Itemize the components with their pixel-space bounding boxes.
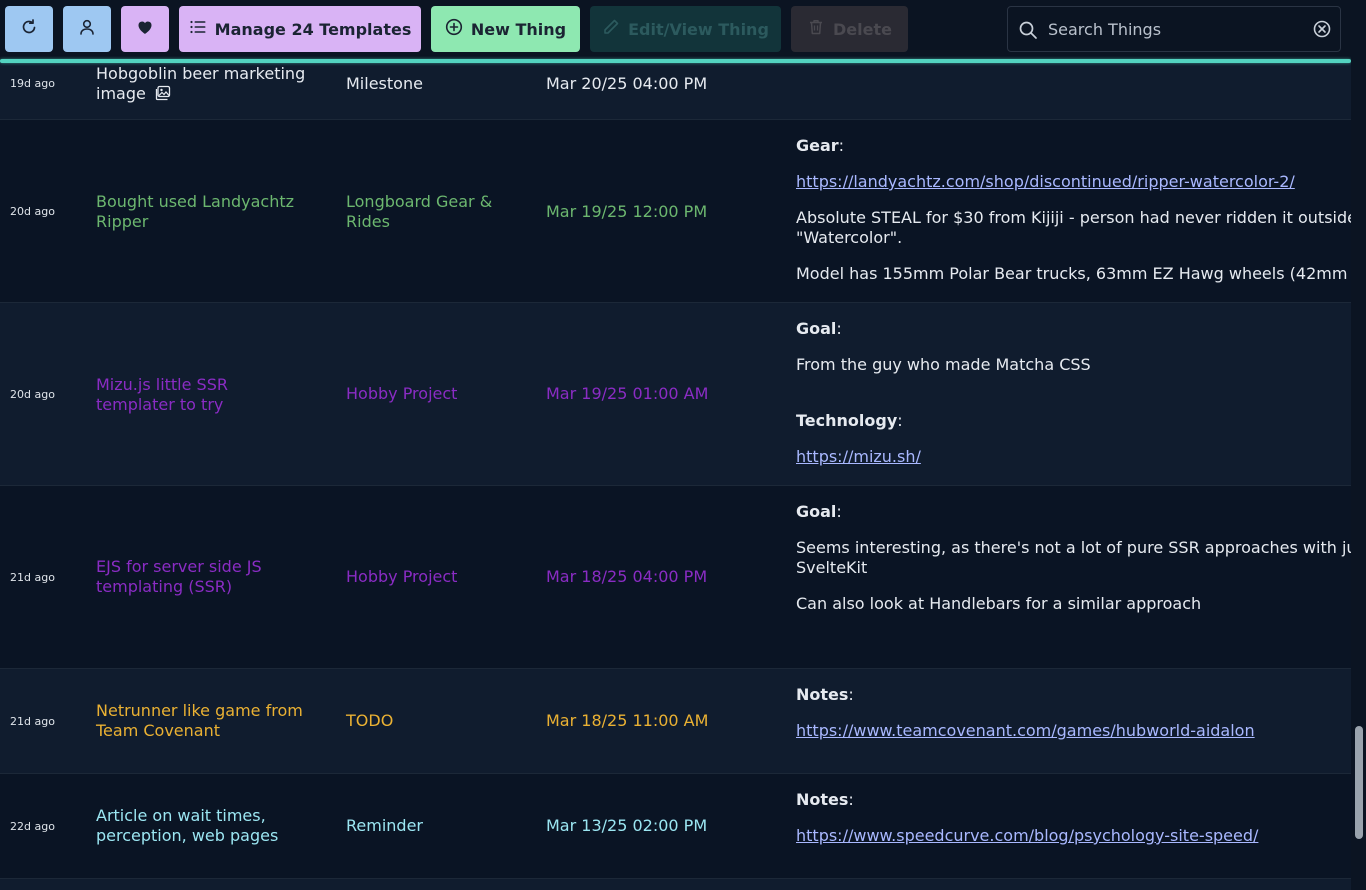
details-label: Goal: <box>796 502 842 521</box>
edit-view-thing-label: Edit/View Thing <box>628 19 769 39</box>
toolbar: Manage 24 Templates New Thing Edit/View … <box>0 0 1366 60</box>
row-age: 21d ago <box>10 571 55 584</box>
row-title[interactable]: Bought used Landyachtz Ripper <box>96 192 311 232</box>
pencil-icon <box>602 18 620 40</box>
table-row[interactable]: 20d ago Mizu.js little SSR templater to … <box>0 303 1351 486</box>
row-date: Mar 18/25 11:00 AM <box>546 711 709 730</box>
heart-icon <box>136 18 154 40</box>
row-date: Mar 19/25 12:00 PM <box>546 202 708 221</box>
row-age: 20d ago <box>10 388 55 401</box>
details-link[interactable]: https://landyachtz.com/shop/discontinued… <box>796 172 1351 192</box>
manage-templates-label: Manage 24 Templates <box>214 19 412 39</box>
trash-icon <box>807 18 825 40</box>
refresh-icon <box>20 18 38 40</box>
details-label: Notes: <box>796 685 854 704</box>
row-age: 19d ago <box>10 77 55 90</box>
new-thing-label: New Thing <box>470 19 567 39</box>
details-label: Gear: <box>796 136 845 155</box>
details-text: Absolute STEAL for $30 from Kijiji - per… <box>796 208 1351 227</box>
row-details: Notes: https://www.teamcovenant.com/game… <box>796 685 1351 741</box>
edit-view-thing-button[interactable]: Edit/View Thing <box>590 6 781 52</box>
scrollbar-thumb[interactable] <box>1355 726 1363 839</box>
search-input[interactable] <box>1048 17 1308 41</box>
favorites-button[interactable] <box>121 6 169 52</box>
row-date: Mar 19/25 01:00 AM <box>546 384 709 403</box>
row-title[interactable]: Article on wait times, perception, web p… <box>96 806 311 846</box>
delete-label: Delete <box>833 19 892 39</box>
things-list: 19d ago Hobgoblin beer marketing image M… <box>0 0 1351 890</box>
user-icon <box>78 18 96 40</box>
table-row[interactable]: 20d ago Bought used Landyachtz Ripper Lo… <box>0 120 1351 303</box>
row-date: Mar 13/25 02:00 PM <box>546 816 708 835</box>
details-text: From the guy who made Matcha CSS <box>796 355 1091 374</box>
details-text: Can also look at Handlebars for a simila… <box>796 594 1202 613</box>
table-row[interactable]: 21d ago EJS for server side JS templatin… <box>0 486 1351 669</box>
details-label: Goal: <box>796 319 842 338</box>
scrollbar[interactable] <box>1351 0 1366 890</box>
row-title[interactable]: Mizu.js little SSR templater to try <box>96 375 311 415</box>
details-label: Technology: <box>796 411 903 430</box>
row-details: Gear: https://landyachtz.com/shop/discon… <box>796 136 1351 284</box>
row-title[interactable]: Netrunner like game from Team Covenant <box>96 701 311 741</box>
toolbar-divider <box>0 59 1351 63</box>
row-details: Notes: https://www.speedcurve.com/blog/p… <box>796 790 1351 846</box>
table-row[interactable] <box>0 879 1351 890</box>
row-title[interactable]: Hobgoblin beer marketing image <box>96 64 311 106</box>
row-details: Goal: From the guy who made Matcha CSS T… <box>796 319 1351 467</box>
row-age: 22d ago <box>10 820 55 833</box>
details-text: SvelteKit <box>796 558 868 577</box>
clear-search-icon[interactable] <box>1312 19 1332 43</box>
manage-templates-button[interactable]: Manage 24 Templates <box>179 6 421 52</box>
details-text: Model has 155mm Polar Bear trucks, 63mm … <box>796 264 1351 283</box>
list-icon <box>189 18 207 40</box>
search-icon <box>1018 20 1038 44</box>
row-category: Milestone <box>346 74 423 93</box>
row-date: Mar 20/25 04:00 PM <box>546 74 708 93</box>
row-category: Longboard Gear & Rides <box>346 192 493 231</box>
details-label: Notes: <box>796 790 854 809</box>
table-row[interactable]: 22d ago Article on wait times, perceptio… <box>0 774 1351 879</box>
details-link[interactable]: https://www.speedcurve.com/blog/psycholo… <box>796 826 1351 846</box>
row-age: 20d ago <box>10 205 55 218</box>
row-category: Reminder <box>346 816 423 835</box>
details-link[interactable]: https://mizu.sh/ <box>796 447 1351 467</box>
row-title[interactable]: EJS for server side JS templating (SSR) <box>96 557 311 597</box>
row-title-text: Hobgoblin beer marketing image <box>96 64 306 103</box>
user-button[interactable] <box>63 6 111 52</box>
details-text: Seems interesting, as there's not a lot … <box>796 538 1351 557</box>
image-icon <box>155 85 171 106</box>
refresh-button[interactable] <box>5 6 53 52</box>
delete-button[interactable]: Delete <box>791 6 908 52</box>
table-row[interactable]: 21d ago Netrunner like game from Team Co… <box>0 669 1351 774</box>
plus-circle-icon <box>445 18 463 40</box>
details-link[interactable]: https://www.teamcovenant.com/games/hubwo… <box>796 721 1351 741</box>
search-box <box>1007 6 1341 52</box>
details-text: "Watercolor". <box>796 228 903 247</box>
row-age: 21d ago <box>10 715 55 728</box>
row-category: TODO <box>346 711 394 730</box>
row-details: Goal: Seems interesting, as there's not … <box>796 502 1351 614</box>
new-thing-button[interactable]: New Thing <box>431 6 580 52</box>
row-category: Hobby Project <box>346 567 458 586</box>
row-category: Hobby Project <box>346 384 458 403</box>
row-date: Mar 18/25 04:00 PM <box>546 567 708 586</box>
